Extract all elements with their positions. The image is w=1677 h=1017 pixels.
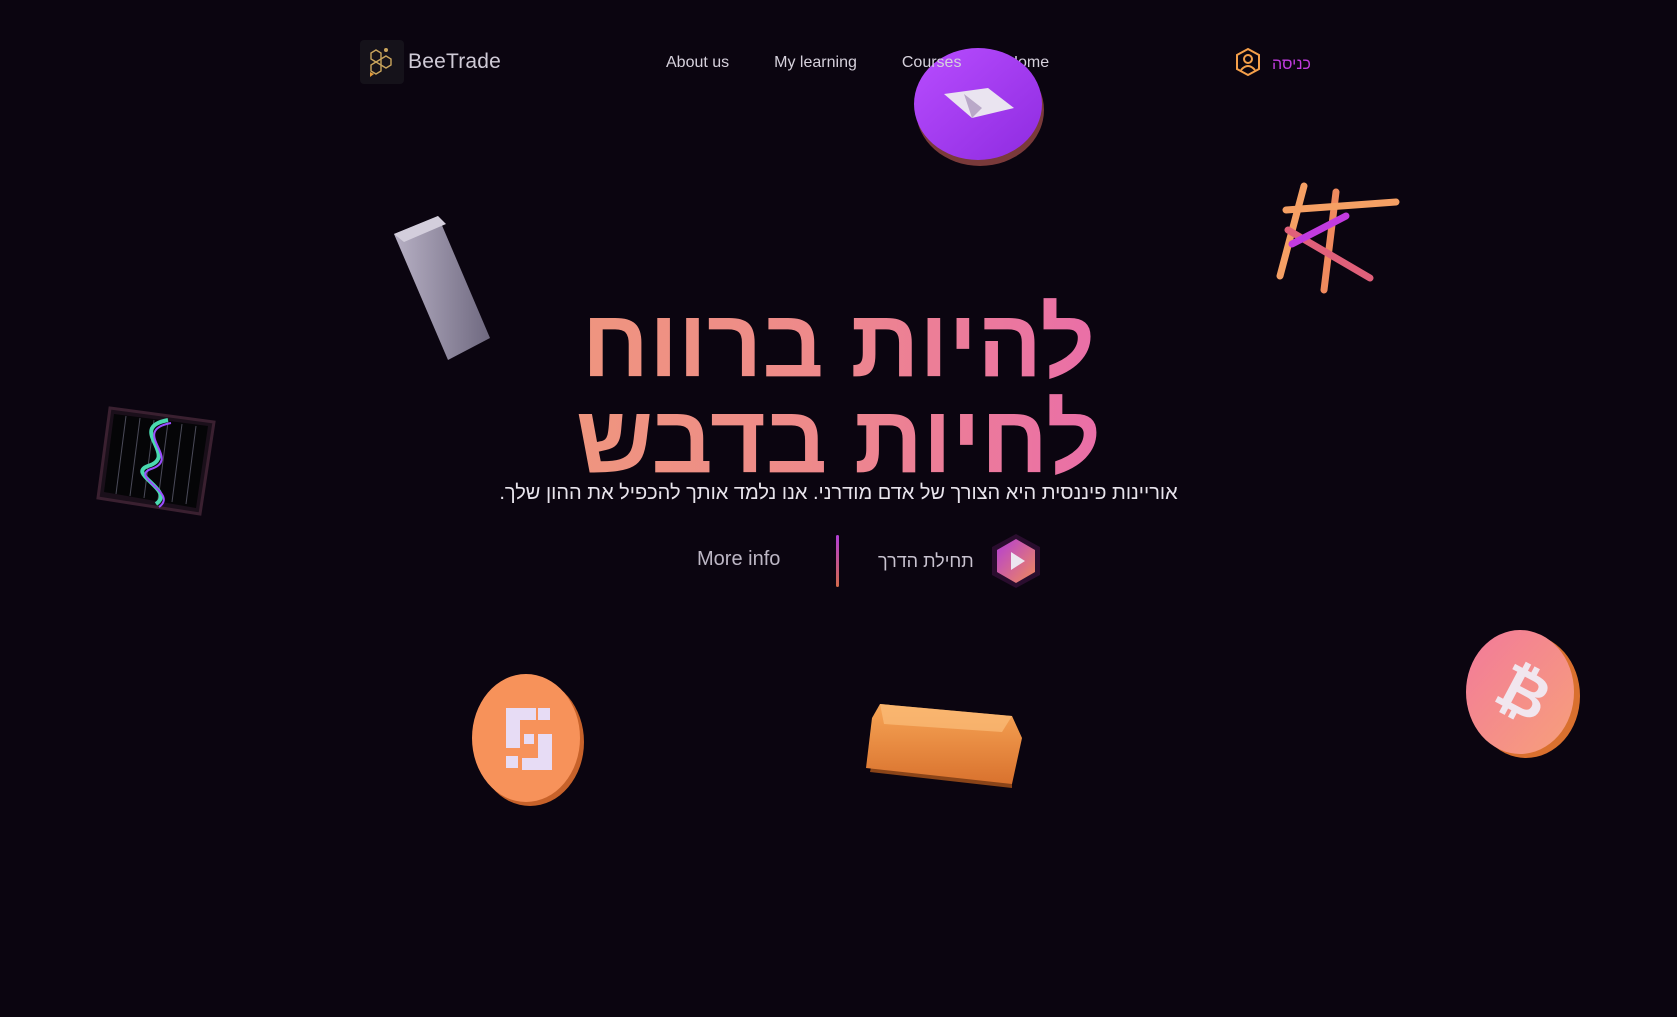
bitcoin-coin-icon: ₿ bbox=[1466, 630, 1580, 758]
honeycomb-logo-icon bbox=[360, 40, 404, 84]
main-nav: About us My learning Courses Home bbox=[666, 54, 1049, 72]
nav-home[interactable]: Home bbox=[1006, 54, 1049, 72]
more-info-link[interactable]: More info bbox=[697, 548, 780, 571]
play-button[interactable] bbox=[988, 533, 1044, 589]
gold-bar-icon bbox=[866, 704, 1022, 788]
nav-my-learning[interactable]: My learning bbox=[774, 54, 857, 72]
login-button[interactable]: כניסה bbox=[1234, 47, 1311, 82]
hero-subtitle: אוריינות פיננסית היא הצורך של אדם מודרני… bbox=[499, 482, 1178, 504]
cta-divider bbox=[836, 535, 839, 587]
nav-courses[interactable]: Courses bbox=[902, 54, 962, 72]
nav-about-us[interactable]: About us bbox=[666, 54, 729, 72]
login-label: כניסה bbox=[1272, 55, 1311, 73]
exchange-coin-icon bbox=[472, 674, 584, 806]
brand-logo[interactable]: BeeTrade bbox=[360, 40, 501, 84]
user-hexagon-icon bbox=[1234, 47, 1262, 82]
svg-text:₿: ₿ bbox=[1484, 648, 1563, 736]
brand-name: BeeTrade bbox=[408, 50, 502, 73]
play-hexagon-icon bbox=[992, 534, 1040, 588]
headline-line-1: להיות ברווח bbox=[0, 296, 1677, 392]
headline-line-2: לחיות בדבש bbox=[0, 392, 1677, 488]
start-guide-link[interactable]: תחילת הדרך bbox=[878, 551, 974, 572]
crossed-sticks-icon bbox=[1276, 182, 1400, 294]
